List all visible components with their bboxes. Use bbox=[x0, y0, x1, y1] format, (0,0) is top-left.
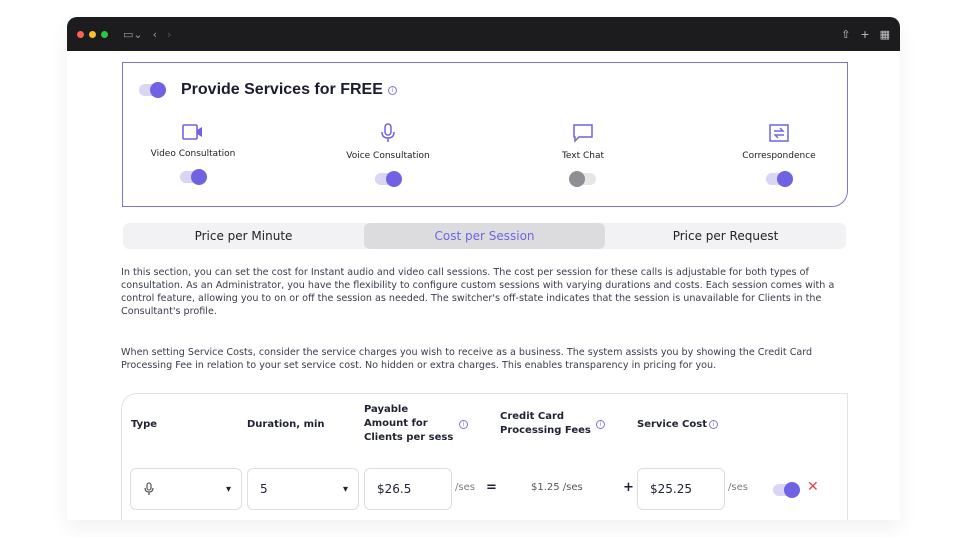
service-correspondence: Correspondence bbox=[719, 123, 839, 187]
plus-sign: + bbox=[623, 480, 634, 495]
header-payable: Payable Amount for Clients per sess bbox=[364, 404, 454, 443]
equals-sign: = bbox=[486, 480, 497, 495]
description-paragraph: In this section, you can set the cost fo… bbox=[121, 267, 835, 317]
forward-icon[interactable]: › bbox=[167, 28, 171, 41]
duration-value: 5 bbox=[260, 482, 268, 496]
cost-suffix: /ses bbox=[728, 482, 748, 493]
service-label: Text Chat bbox=[561, 151, 605, 161]
chevron-down-icon: ▾ bbox=[342, 483, 348, 495]
minimize-window-button[interactable] bbox=[89, 30, 96, 38]
session-toggle[interactable] bbox=[773, 482, 800, 498]
free-services-toggle[interactable] bbox=[139, 82, 166, 98]
chevron-down-icon: ▾ bbox=[225, 483, 231, 495]
processing-fee-value: $1.25 /ses bbox=[531, 482, 583, 493]
payable-amount-input[interactable]: $26.5 bbox=[364, 468, 452, 510]
service-text-chat: Text Chat bbox=[523, 123, 643, 187]
chat-bubble-icon bbox=[573, 124, 593, 143]
service-label: Voice Consultation bbox=[346, 151, 430, 161]
type-select[interactable]: ▾ bbox=[130, 468, 242, 510]
correspondence-toggle[interactable] bbox=[766, 171, 793, 187]
back-icon[interactable]: ‹ bbox=[153, 28, 157, 41]
session-cost-table: Type Duration, min Payable Amount for Cl… bbox=[121, 393, 848, 520]
zoom-window-button[interactable] bbox=[101, 30, 108, 38]
close-window-button[interactable] bbox=[77, 30, 84, 38]
title-bar: ▭⌄ ‹ › ⇧ + ▦ bbox=[67, 17, 900, 51]
header-duration: Duration, min bbox=[247, 419, 325, 430]
free-services-card: Provide Services for FREE i Video Consul… bbox=[122, 62, 848, 207]
video-camera-icon bbox=[182, 124, 202, 140]
pricing-tabs: Price per Minute Cost per Session Price … bbox=[123, 223, 846, 249]
header-fees: Credit Card Processing Fees bbox=[500, 411, 591, 436]
service-label: Video Consultation bbox=[150, 149, 236, 159]
service-voice: Voice Consultation bbox=[328, 123, 448, 187]
tab-price-per-request[interactable]: Price per Request bbox=[605, 223, 846, 249]
payable-suffix: /ses bbox=[455, 482, 475, 493]
service-video: Video Consultation bbox=[133, 123, 253, 185]
service-cost-paragraph: When setting Service Costs, consider the… bbox=[121, 347, 813, 371]
header-cost: Service Cost bbox=[637, 419, 707, 430]
service-cost-input[interactable]: $25.25 bbox=[637, 468, 725, 510]
voice-consultation-toggle[interactable] bbox=[375, 171, 402, 187]
duration-select[interactable]: 5 ▾ bbox=[247, 468, 359, 510]
sidebar-icon[interactable]: ▭⌄ bbox=[123, 28, 143, 41]
microphone-icon bbox=[381, 123, 395, 142]
share-icon[interactable]: ⇧ bbox=[841, 28, 850, 41]
header-type: Type bbox=[131, 419, 158, 430]
correspondence-icon bbox=[769, 124, 789, 142]
delete-row-icon[interactable]: ✕ bbox=[807, 479, 819, 495]
new-tab-icon[interactable]: + bbox=[860, 28, 869, 41]
free-services-title: Provide Services for FREE bbox=[181, 81, 383, 98]
video-consultation-toggle[interactable] bbox=[180, 169, 207, 185]
text-chat-toggle[interactable] bbox=[569, 171, 596, 187]
info-icon[interactable]: i bbox=[387, 85, 397, 95]
service-label: Correspondence bbox=[742, 151, 816, 161]
info-icon[interactable]: i bbox=[709, 420, 718, 429]
browser-window: ▭⌄ ‹ › ⇧ + ▦ Provide Services for FREE i… bbox=[67, 17, 900, 520]
tab-overview-icon[interactable]: ▦ bbox=[880, 28, 890, 41]
info-icon[interactable]: i bbox=[596, 420, 605, 429]
tab-price-per-minute[interactable]: Price per Minute bbox=[123, 223, 364, 249]
info-icon[interactable]: i bbox=[459, 420, 468, 429]
tab-cost-per-session[interactable]: Cost per Session bbox=[364, 223, 605, 249]
microphone-icon bbox=[144, 482, 154, 495]
